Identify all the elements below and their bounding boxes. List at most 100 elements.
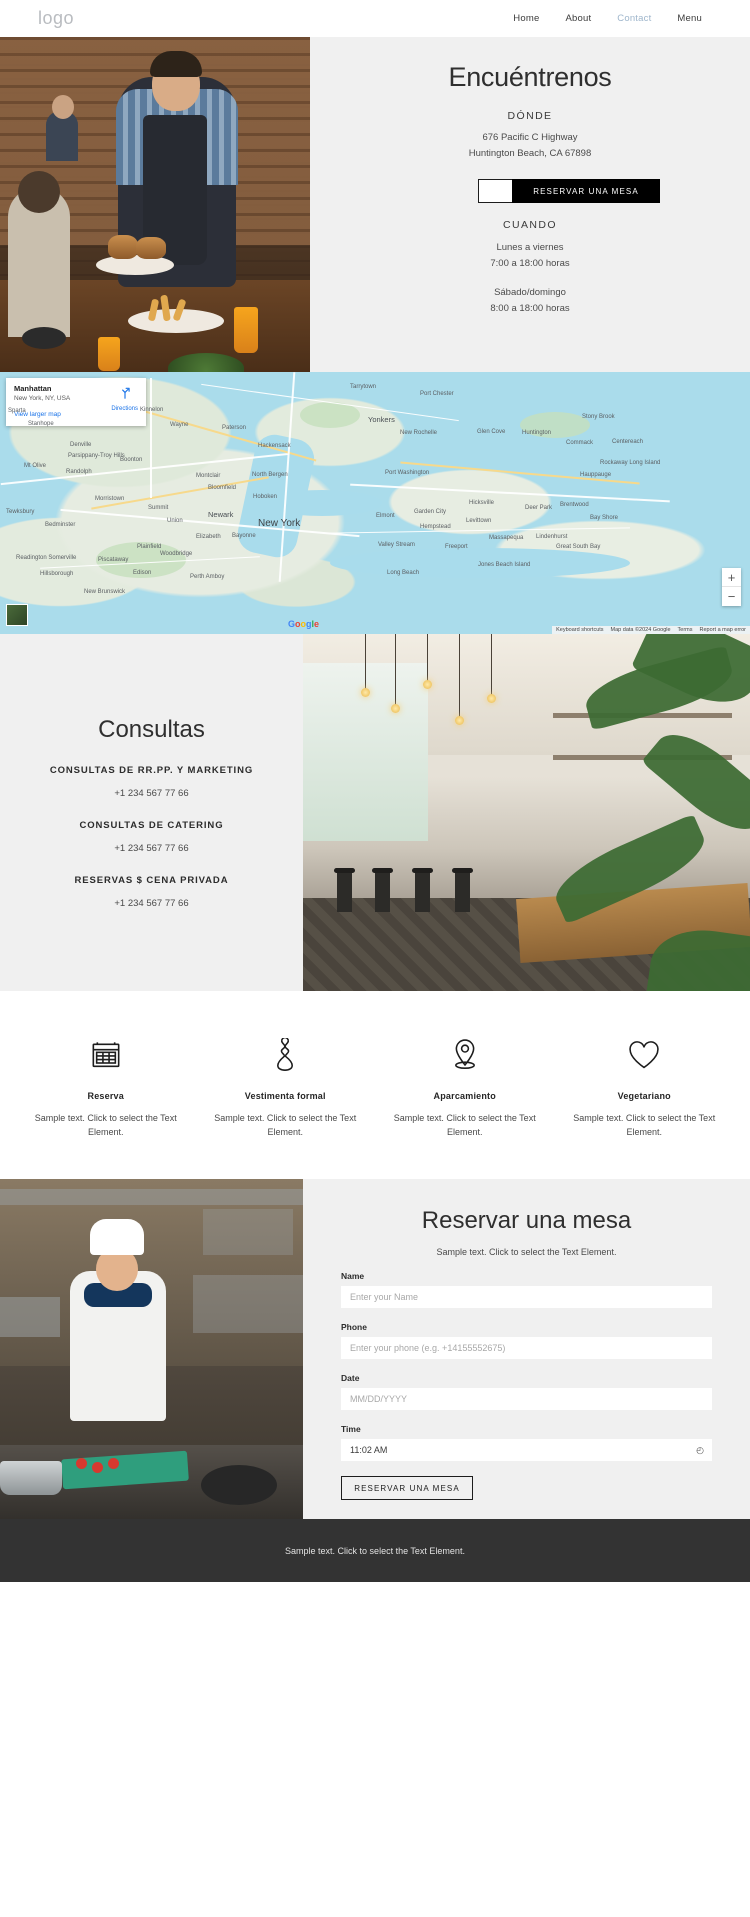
map-label: Parsippany-Troy Hills	[68, 453, 125, 459]
hero-weekday-schedule: Lunes a viernes 7:00 a 18:00 horas	[490, 241, 569, 271]
map-attribution-bar: Keyboard shortcuts Map data ©2024 Google…	[552, 626, 750, 634]
map-label: Stony Brook	[582, 414, 615, 420]
field-label-name: Name	[341, 1271, 365, 1281]
hero-weekend-hours: 8:00 a 18:00 horas	[490, 302, 570, 314]
map-view-larger-link[interactable]: View larger map	[14, 411, 138, 418]
consultas-phone-1[interactable]: +1 234 567 77 66	[114, 843, 188, 854]
map-zoom-out-button[interactable]: −	[722, 587, 741, 606]
consultas-phone-2[interactable]: +1 234 567 77 66	[114, 898, 188, 909]
map-label: Piscataway	[98, 557, 129, 563]
map-label: Rockaway Long Island	[600, 460, 661, 466]
consultas-section: Consultas CONSULTAS DE RR.PP. Y MARKETIN…	[0, 634, 750, 991]
map-label: Commack	[566, 440, 594, 446]
map-label: Summit	[148, 505, 169, 511]
nav-item-menu[interactable]: Menu	[677, 13, 702, 24]
map-label: Wayne	[170, 422, 189, 428]
consultas-heading-1: CONSULTAS DE CATERING	[79, 820, 224, 831]
map-label: Yonkers	[368, 415, 395, 424]
hero-reserve-button[interactable]: RESERVAR UNA MESA	[512, 179, 660, 204]
site-footer: Sample text. Click to select the Text El…	[0, 1519, 750, 1582]
feature-title-vestimenta: Vestimenta formal	[244, 1091, 326, 1101]
hero-address-line2: Huntington Beach, CA 67898	[468, 147, 592, 159]
map-label: Elmont	[376, 513, 395, 519]
consultas-heading-2: RESERVAS $ CENA PRIVADA	[74, 875, 229, 886]
map-zoom-controls[interactable]: + −	[722, 568, 741, 606]
map-pin-icon	[387, 1033, 543, 1077]
feature-title-reserva: Reserva	[87, 1091, 124, 1101]
field-time: Time ◴	[341, 1424, 712, 1461]
map-label: Elizabeth	[196, 534, 221, 540]
clock-icon[interactable]: ◴	[696, 1445, 704, 1456]
map-label: Centereach	[612, 439, 644, 445]
feature-text-aparcamiento: Sample text. Click to select the Text El…	[393, 1113, 536, 1137]
map-section[interactable]: Manhattan New York, NY, USA View larger …	[0, 372, 750, 634]
nav-item-contact[interactable]: Contact	[617, 13, 651, 24]
map-label: Levittown	[466, 518, 492, 524]
map-label: New Rochelle	[400, 430, 438, 436]
map-zoom-in-button[interactable]: +	[722, 568, 741, 587]
heart-icon	[567, 1033, 723, 1077]
hero-button-group: VER RESERVAR UNA MESA	[400, 179, 660, 204]
map-label: New York	[258, 518, 301, 529]
feature-text-vestimenta: Sample text. Click to select the Text El…	[214, 1113, 357, 1137]
reserve-section: Reservar una mesa Sample text. Click to …	[0, 1179, 750, 1519]
field-label-time: Time	[341, 1424, 361, 1434]
name-input[interactable]	[341, 1286, 712, 1308]
map-label: Newark	[208, 510, 234, 519]
reserve-photo-chef	[0, 1179, 303, 1519]
page-root: logo Home About Contact Menu Encuéntreno…	[0, 0, 750, 1582]
footer-text: Sample text. Click to select the Text El…	[285, 1545, 465, 1556]
map-label: Bloomfield	[208, 485, 237, 491]
field-name: Name	[341, 1271, 712, 1308]
map-label: Huntington	[522, 430, 552, 436]
map-directions-button[interactable]: Directions	[111, 386, 138, 412]
map-directions-label: Directions	[111, 406, 138, 412]
consultas-heading-0: CONSULTAS DE RR.PP. Y MARKETING	[49, 765, 254, 776]
consultas-photo-cafe	[303, 634, 750, 991]
date-input[interactable]	[341, 1388, 712, 1410]
feature-reserva: Reserva Sample text. Click to select the…	[16, 1033, 196, 1139]
map-label: Deer Park	[525, 505, 553, 511]
map-street-view-thumbnail[interactable]	[6, 604, 28, 626]
map-label: Kinnelon	[140, 407, 164, 413]
feature-aparcamiento: Aparcamiento Sample text. Click to selec…	[375, 1033, 555, 1139]
map-label: Stanhope	[28, 421, 54, 427]
hero-weekend-schedule: Sábado/domingo 8:00 a 18:00 horas	[490, 286, 569, 316]
map-label: Long Beach	[387, 570, 420, 576]
map-label: Readington Somerville	[16, 555, 77, 561]
map-label: Valley Stream	[378, 542, 415, 548]
map-keyboard-shortcuts[interactable]: Keyboard shortcuts	[556, 627, 603, 633]
time-input[interactable]	[341, 1439, 712, 1461]
site-logo[interactable]: logo	[38, 8, 74, 29]
map-label: Massapequa	[489, 535, 524, 541]
hero-weekday-hours: 7:00 a 18:00 horas	[490, 258, 570, 270]
map-place-card[interactable]: Manhattan New York, NY, USA View larger …	[6, 378, 146, 426]
map-label: Boonton	[120, 457, 143, 463]
field-label-phone: Phone	[341, 1322, 367, 1332]
map-label: Morristown	[95, 496, 125, 502]
map-label: Port Washington	[385, 470, 430, 476]
map-data-credit: Map data ©2024 Google	[610, 627, 671, 633]
consultas-phone-0[interactable]: +1 234 567 77 66	[114, 788, 188, 799]
map-label: Bedminster	[45, 522, 76, 528]
feature-text-vegetariano: Sample text. Click to select the Text El…	[573, 1113, 716, 1137]
map-label: Lindenhurst	[536, 534, 568, 540]
feature-text-reserva: Sample text. Click to select the Text El…	[34, 1113, 177, 1137]
consultas-title: Consultas	[98, 716, 205, 743]
reservation-form: Reservar una mesa Sample text. Click to …	[303, 1179, 750, 1519]
phone-input[interactable]	[341, 1337, 712, 1359]
map-label: Bayonne	[232, 533, 256, 539]
nav-item-about[interactable]: About	[565, 13, 591, 24]
map-report-error-link[interactable]: Report a map error	[700, 627, 746, 633]
hero-address-line1: 676 Pacific C Highway	[482, 132, 578, 143]
map-label: Plainfield	[137, 544, 162, 550]
map-label: Great South Bay	[556, 544, 601, 550]
map-label: New Brunswick	[84, 589, 126, 595]
map-label: Denville	[70, 442, 92, 448]
map-terms-link[interactable]: Terms	[678, 627, 693, 633]
map-label: Hackensack	[258, 443, 291, 449]
reserve-submit-button[interactable]: RESERVAR UNA MESA	[341, 1476, 473, 1500]
hero-when-label: CUANDO	[503, 219, 557, 232]
map-label: Sparta	[8, 408, 26, 414]
nav-item-home[interactable]: Home	[513, 13, 539, 24]
